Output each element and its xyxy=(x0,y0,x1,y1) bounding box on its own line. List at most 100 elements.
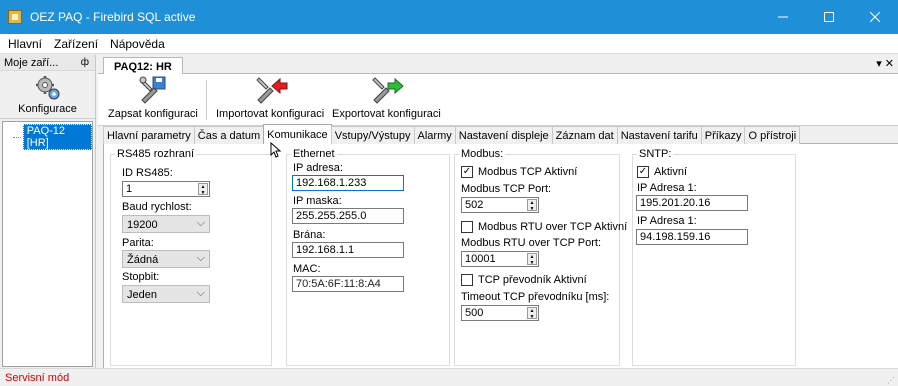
baud-rate-value: 19200 xyxy=(127,219,158,231)
stopbit-select[interactable]: Jeden ⌵ xyxy=(122,285,210,303)
tree-connector xyxy=(13,136,21,138)
write-config-label: Zapsat konfiguraci xyxy=(108,108,198,120)
modbus-rtu-active-label: Modbus RTU over TCP Aktivní xyxy=(478,221,628,233)
menu-hlavni[interactable]: Hlavní xyxy=(2,37,48,51)
chevron-down-icon: ⌵ xyxy=(196,287,205,299)
mac-field[interactable]: 70:5A:6F:11:8:A4 xyxy=(292,276,404,292)
document-tab-paq12[interactable]: PAQ12: HR xyxy=(103,57,183,75)
modbus-tcp-active-label: Modbus TCP Aktivní xyxy=(478,166,578,178)
baud-rate-select[interactable]: 19200 ⌵ xyxy=(122,215,210,233)
checkbox-unchecked-icon xyxy=(461,274,473,286)
import-config-icon xyxy=(256,77,288,104)
toolbar-separator xyxy=(206,80,207,120)
communication-panel: RS485 rozhraní ID RS485: 1 ▲ ▼ Baud rychl… xyxy=(103,144,898,368)
status-bar: Servisní mód ⋰ xyxy=(0,368,898,386)
close-button[interactable] xyxy=(852,0,898,34)
tcp-converter-active-checkbox[interactable]: TCP převodník Aktivní xyxy=(461,274,587,286)
modbus-tcp-active-checkbox[interactable]: ✓ Modbus TCP Aktivní xyxy=(461,166,577,178)
sntp-address1-field[interactable]: 195.201.20.16 xyxy=(636,195,748,211)
configuration-button[interactable]: Konfigurace xyxy=(0,71,95,119)
tab-commands[interactable]: Příkazy xyxy=(700,126,746,144)
modbus-rtu-active-checkbox[interactable]: Modbus RTU over TCP Aktivní xyxy=(461,221,627,233)
tab-communication[interactable]: Komunikace xyxy=(263,124,332,144)
tree-item-label: PAQ-12 [HR] xyxy=(22,124,92,150)
modbus-tcp-port-spinner[interactable]: 502 ▲ ▼ xyxy=(461,197,539,213)
status-text: Servisní mód xyxy=(5,372,70,384)
tab-alarms[interactable]: Alarmy xyxy=(413,126,456,144)
checkbox-checked-icon: ✓ xyxy=(461,166,473,178)
pin-icon[interactable]: ф xyxy=(81,57,89,68)
modbus-rtu-port-label: Modbus RTU over TCP Port: xyxy=(461,237,601,249)
menu-bar: Hlavní Zařízení Nápověda xyxy=(0,34,898,54)
gateway-label: Brána: xyxy=(293,229,326,241)
sntp-active-label: Aktivní xyxy=(654,166,688,178)
menu-zarizeni[interactable]: Zařízení xyxy=(48,37,104,51)
parity-value: Žádná xyxy=(127,254,159,266)
configuration-label: Konfigurace xyxy=(18,103,77,115)
sntp-address1-label: IP Adresa 1: xyxy=(637,182,697,194)
modbus-rtu-port-spin-buttons[interactable]: ▲ ▼ xyxy=(527,253,537,266)
tab-inputs-outputs[interactable]: Vstupy/Výstupy xyxy=(330,126,415,144)
tcp-converter-timeout-spin-buttons[interactable]: ▲ ▼ xyxy=(527,307,537,320)
write-config-button[interactable]: Zapsat konfiguraci xyxy=(108,74,198,120)
tab-main-parameters[interactable]: Hlavní parametry xyxy=(103,126,195,144)
ip-mask-field[interactable]: 255.255.255.0 xyxy=(292,208,404,224)
mouse-cursor-icon xyxy=(270,142,282,158)
rs485-id-value: 1 xyxy=(126,183,133,195)
modbus-tcp-port-spin-buttons[interactable]: ▲ ▼ xyxy=(527,199,537,212)
device-tree[interactable]: PAQ-12 [HR] xyxy=(2,121,93,367)
checkbox-unchecked-icon xyxy=(461,221,473,233)
chevron-down-icon: ⌵ xyxy=(196,217,205,229)
minimize-button[interactable] xyxy=(760,0,806,34)
close-icon xyxy=(870,12,880,22)
gears-icon xyxy=(35,76,59,100)
devices-panel-title: Moje zaří... xyxy=(4,56,59,69)
window-controls xyxy=(760,0,898,34)
tab-display-settings[interactable]: Nastavení displeje xyxy=(454,126,553,144)
sntp-group: SNTP: xyxy=(632,148,796,366)
tab-about[interactable]: O přístroji xyxy=(744,126,801,144)
toolbar: Zapsat konfiguraci Importovat konfigurac… xyxy=(98,74,898,126)
devices-panel-header: Moje zaří... ф xyxy=(0,55,95,71)
import-config-button[interactable]: Importovat konfiguraci xyxy=(216,74,324,120)
sntp-address2-field[interactable]: 94.198.159.16 xyxy=(636,229,748,245)
rs485-legend: RS485 rozhraní xyxy=(117,148,195,160)
chevron-down-icon: ⌵ xyxy=(196,252,205,264)
modbus-rtu-port-value: 10001 xyxy=(465,253,496,265)
ethernet-legend: Ethernet xyxy=(293,148,335,160)
stopbit-value: Jeden xyxy=(127,289,157,301)
tab-time-date[interactable]: Čas a datum xyxy=(193,126,265,144)
tab-tariff-settings[interactable]: Nastavení tarifu xyxy=(616,126,702,144)
title-bar: OEZ PAQ - Firebird SQL active xyxy=(0,0,898,34)
ip-mask-label: IP maska: xyxy=(293,195,342,207)
modbus-legend: Modbus: xyxy=(461,148,504,160)
tcp-converter-active-label: TCP převodník Aktivní xyxy=(478,274,587,286)
sntp-legend: SNTP: xyxy=(639,148,672,160)
rs485-id-spinner[interactable]: 1 ▲ ▼ xyxy=(122,181,210,197)
modbus-tcp-port-label: Modbus TCP Port: xyxy=(461,183,552,195)
tab-data-logging[interactable]: Záznam dat xyxy=(551,126,618,144)
document-tabs: PAQ12: HR ▾ ✕ xyxy=(98,55,898,75)
document-tab-controls[interactable]: ▾ ✕ xyxy=(876,57,894,70)
ip-address-field[interactable]: 192.168.1.233 xyxy=(292,175,404,191)
app-icon xyxy=(8,10,22,24)
maximize-button[interactable] xyxy=(806,0,852,34)
export-config-button[interactable]: Exportovat konfiguraci xyxy=(332,74,441,120)
tcp-converter-timeout-spinner[interactable]: 500 ▲ ▼ xyxy=(461,305,539,321)
devices-panel: Moje zaří... ф Konfigurace PAQ-12 [HR] xyxy=(0,55,96,368)
stopbit-label: Stopbit: xyxy=(122,271,160,283)
parity-select[interactable]: Žádná ⌵ xyxy=(122,250,210,268)
tree-item-paq12[interactable]: PAQ-12 [HR] xyxy=(13,124,92,150)
modbus-tcp-port-value: 502 xyxy=(465,199,484,211)
gateway-field[interactable]: 192.168.1.1 xyxy=(292,242,404,258)
baud-rate-label: Baud rychlost: xyxy=(122,201,192,213)
minimize-icon xyxy=(778,16,788,18)
rs485-id-spin-buttons[interactable]: ▲ ▼ xyxy=(198,183,208,196)
menu-napoveda[interactable]: Nápověda xyxy=(104,37,171,51)
mac-label: MAC: xyxy=(293,263,321,275)
resize-grip-icon[interactable]: ⋰ xyxy=(887,376,895,385)
modbus-rtu-port-spinner[interactable]: 10001 ▲ ▼ xyxy=(461,251,539,267)
parity-label: Parita: xyxy=(122,237,154,249)
window-title: OEZ PAQ - Firebird SQL active xyxy=(30,10,196,24)
sntp-active-checkbox[interactable]: ✓ Aktivní xyxy=(637,166,687,178)
